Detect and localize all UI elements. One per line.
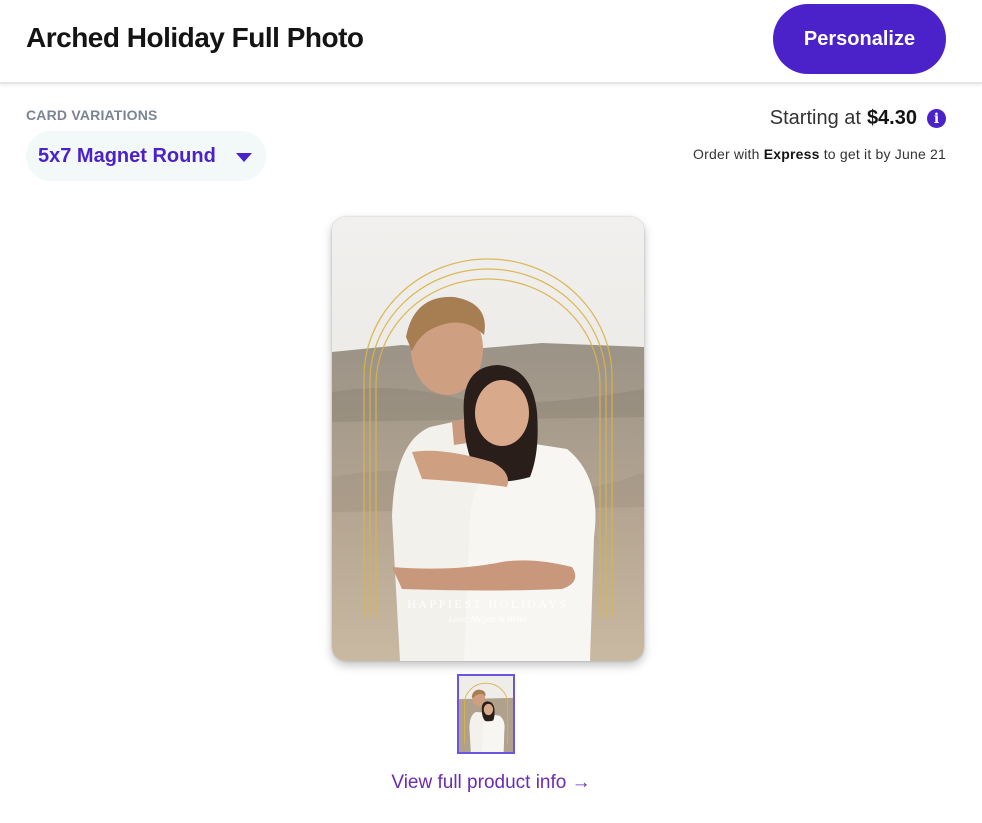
price-value: $4.30 (866, 107, 917, 129)
caret-down-icon (236, 153, 252, 162)
view-full-product-info-link[interactable]: View full product info → (0, 772, 982, 794)
card-variations-label: CARD VARIATIONS (26, 107, 158, 123)
card-photo (332, 217, 644, 661)
price-prefix: Starting at (769, 107, 861, 129)
card-greeting-text: HAPPIEST HOLIDAYS (407, 597, 569, 611)
personalize-button[interactable]: Personalize (773, 4, 946, 74)
thumbnail-image (459, 676, 513, 752)
starting-price: Starting at $4.30 i (770, 107, 946, 130)
delivery-method: Express (763, 146, 820, 162)
selected-variation: 5x7 Magnet Round (38, 144, 216, 167)
info-icon[interactable]: i (927, 109, 946, 128)
card-signature-text: Love, Megan & Blake (448, 614, 528, 624)
product-title: Arched Holiday Full Photo (26, 22, 364, 53)
card-preview: HAPPIEST HOLIDAYS Love, Megan & Blake (332, 217, 644, 661)
page-header: Arched Holiday Full Photo Personalize (0, 0, 982, 84)
card-thumbnail[interactable] (457, 674, 515, 754)
delivery-prefix: Order with (693, 146, 760, 162)
card-variation-dropdown[interactable]: 5x7 Magnet Round (26, 131, 266, 181)
delivery-suffix: to get it by June 21 (823, 146, 946, 162)
delivery-estimate: Order with Express to get it by June 21 (693, 146, 946, 162)
